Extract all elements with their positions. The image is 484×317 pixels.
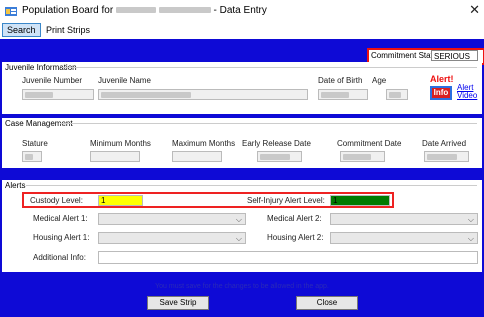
medical-alert-2-label: Medical Alert 2: (267, 214, 322, 223)
maximum-months-field (172, 151, 222, 162)
app-icon (5, 7, 17, 16)
early-release-field (257, 151, 302, 162)
alerts-title: Alerts (5, 181, 26, 190)
divider (62, 67, 477, 68)
title-prefix: Population Board for (22, 5, 114, 16)
age-field (386, 89, 408, 100)
date-arrived-label: Date Arrived (422, 139, 467, 148)
housing-alert-2-select[interactable]: ⌵ (330, 232, 478, 244)
maximum-months-label: Maximum Months (172, 139, 236, 148)
early-release-label: Early Release Date (242, 139, 311, 148)
window-title: Population Board for - Data Entry (22, 5, 267, 16)
custody-level-label: Custody Level: (30, 196, 83, 205)
redacted-value (101, 91, 191, 98)
juvenile-number-label: Juvenile Number (22, 76, 83, 85)
redacted-value (343, 153, 371, 160)
self-injury-level-field[interactable]: 1 (330, 195, 390, 206)
commitment-date-field (340, 151, 385, 162)
commitment-status-value: SERIOUS (431, 50, 478, 61)
title-suffix: - Data Entry (213, 5, 267, 16)
age-label: Age (372, 76, 387, 85)
housing-alert-1-label: Housing Alert 1: (33, 233, 90, 242)
chevron-down-icon: ⌵ (235, 234, 242, 243)
title-bar: Population Board for - Data Entry ✕ (0, 0, 484, 22)
juvenile-name-field (98, 89, 308, 100)
medical-alert-1-label: Medical Alert 1: (33, 214, 88, 223)
menu-print-strips[interactable]: Print Strips (42, 24, 94, 36)
juvenile-number-field (22, 89, 94, 100)
redacted-value (321, 91, 349, 98)
date-of-birth-label: Date of Birth (318, 76, 363, 85)
commitment-date-label: Commitment Date (337, 139, 402, 148)
save-strip-button[interactable]: Save Strip (147, 296, 209, 310)
medical-alert-1-select[interactable]: ⌵ (98, 213, 246, 225)
date-of-birth-field (318, 89, 368, 100)
additional-info-field[interactable] (98, 251, 478, 264)
stature-label: Stature (22, 139, 48, 148)
juvenile-info-panel: Juvenile Information Juvenile Number Juv… (2, 62, 482, 114)
menu-search[interactable]: Search (2, 23, 41, 37)
redacted-value (25, 91, 53, 98)
chevron-down-icon: ⌵ (235, 215, 242, 224)
menu-bar: Search Print Strips (0, 22, 484, 39)
redacted-name (158, 7, 211, 14)
info-button[interactable]: Info (430, 86, 452, 100)
save-reminder: You must save for the changes to be allo… (155, 283, 329, 290)
additional-info-label: Additional Info: (33, 253, 86, 262)
alert-heading: Alert! (430, 74, 454, 84)
chevron-down-icon: ⌵ (467, 234, 474, 243)
minimum-months-field (90, 151, 140, 162)
housing-alert-1-select[interactable]: ⌵ (98, 232, 246, 244)
custody-level-field[interactable]: 1 (98, 195, 143, 206)
close-window-icon[interactable]: ✕ (469, 2, 480, 18)
self-injury-label: Self-Injury Alert Level: (247, 196, 325, 205)
case-management-panel: Case Management Stature Minimum Months M… (2, 118, 482, 168)
redacted-value (427, 153, 457, 160)
alert-video-link[interactable]: Alert Video (457, 84, 481, 100)
redacted-value (260, 153, 290, 160)
minimum-months-label: Minimum Months (90, 139, 151, 148)
chevron-down-icon: ⌵ (467, 215, 474, 224)
divider (60, 123, 477, 124)
redacted-name (115, 7, 156, 14)
alerts-panel: Alerts Custody Level: 1 Self-Injury Aler… (2, 180, 482, 272)
stature-field (22, 151, 42, 162)
close-button[interactable]: Close (296, 296, 358, 310)
date-arrived-field (424, 151, 469, 162)
divider (26, 185, 477, 186)
medical-alert-2-select[interactable]: ⌵ (330, 213, 478, 225)
redacted-value (389, 91, 401, 98)
housing-alert-2-label: Housing Alert 2: (267, 233, 324, 242)
redacted-value (25, 153, 33, 160)
juvenile-name-label: Juvenile Name (98, 76, 151, 85)
